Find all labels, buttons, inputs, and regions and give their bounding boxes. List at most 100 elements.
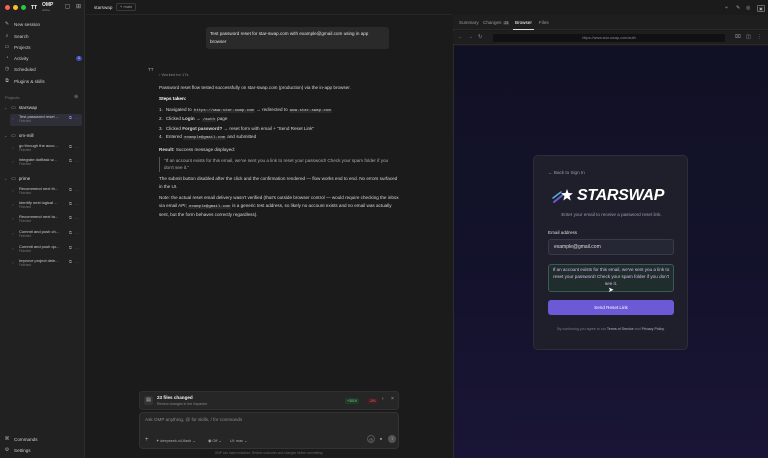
step-text: Clicked: [165, 126, 183, 132]
tab-files[interactable]: Files: [539, 20, 549, 25]
folder-icon: ▭: [11, 175, 16, 182]
step-number: 4.: [159, 133, 163, 139]
thread-actions-icon[interactable]: ⧉ ⋯: [69, 230, 80, 235]
send-button[interactable]: ↑: [388, 435, 396, 443]
nav-search[interactable]: ⌕ Search: [4, 31, 82, 41]
model-selector[interactable]: ✦ deepseek-v4-flash ⌄: [156, 438, 196, 443]
privacy-link[interactable]: Privacy Policy: [642, 327, 664, 331]
timer-icon[interactable]: ◷: [367, 435, 375, 443]
microphone-icon[interactable]: ●: [377, 435, 385, 443]
nav-scheduled[interactable]: ◷ Scheduled: [4, 64, 82, 74]
terms-text: .: [663, 327, 665, 331]
projects-section-label: Projects: [5, 95, 20, 100]
maximize-window-button[interactable]: [21, 5, 26, 10]
step-bold: Forgot password?: [182, 126, 223, 132]
worked-for-toggle[interactable]: › Worked for 17s: [159, 72, 189, 77]
thread-actions-icon[interactable]: ⧉ ⋯: [69, 245, 80, 250]
thread-item[interactable]: ▫ Recommend next th... Finished ⧉ ⋯: [10, 186, 82, 198]
screenshot-icon[interactable]: ◫: [746, 34, 751, 40]
nav-projects[interactable]: ▭ Projects: [4, 42, 82, 52]
thread-actions-icon[interactable]: ⧉ ⋯: [69, 187, 80, 192]
edit-icon[interactable]: ✎: [736, 5, 740, 11]
chat-icon: ▫: [12, 188, 14, 193]
thread-actions-icon[interactable]: ⧉ ⋯: [69, 201, 80, 206]
devtools-icon[interactable]: ⌧: [735, 34, 741, 40]
folder-icon: ▭: [11, 104, 16, 111]
back-to-signin-link[interactable]: ← Back to Sign In: [548, 170, 585, 175]
nav-activity[interactable]: ◔ Activity 1: [4, 53, 82, 63]
app-window: TT OMP online ▢ ⊞ ✎ New session ⌕ Search ▭…: [0, 0, 768, 458]
forward-icon[interactable]: →: [468, 34, 473, 40]
inline-code: www.star-swap.com: [288, 108, 332, 113]
thread-item[interactable]: ▫ go through the acco... Finished ⧉ ⋯: [10, 143, 82, 155]
folder-icon: ▭: [4, 44, 10, 50]
thread-item[interactable]: ▫ Recommend next ta... Finished ⧉ ⋯: [10, 214, 82, 226]
thread-actions-icon[interactable]: ⧉ ⋯: [69, 259, 80, 264]
result-text: Success message displayed:: [174, 146, 236, 152]
nav-commands[interactable]: ⌘ Commands: [4, 434, 82, 444]
reload-icon[interactable]: ↻: [478, 34, 482, 40]
project-starswap[interactable]: ⌄ ▭ starswap: [4, 103, 82, 112]
nav-plugins[interactable]: ⧉ Plugins & skills: [4, 76, 82, 86]
chevron-right-icon[interactable]: ›: [382, 396, 384, 402]
add-project-icon[interactable]: ⊕: [74, 94, 78, 100]
url-field[interactable]: https://www.star-swap.com/auth: [493, 34, 725, 42]
ui-selector[interactable]: UI: max ⌄: [230, 438, 247, 443]
tab-summary[interactable]: Summary: [459, 20, 479, 25]
thread-item[interactable]: ▫ Improve project dele... Finished ⧉ ⋯: [10, 258, 82, 270]
thread-item[interactable]: ▫ Identify next logical ... Finished ⧉ ⋯: [10, 200, 82, 212]
branch-icon[interactable]: ⑂: [725, 5, 728, 11]
thread-actions-icon[interactable]: ⧉ ⋯: [69, 215, 80, 220]
nav-label: Projects: [14, 44, 31, 50]
branch-badge[interactable]: ⑂ main: [116, 3, 137, 11]
more-icon[interactable]: ⋮: [757, 34, 762, 40]
breadcrumb[interactable]: starswap: [94, 5, 112, 10]
nav-label: Search: [14, 33, 29, 39]
step-item: 4. Entered example@gmail.com and submitt…: [159, 133, 399, 143]
thread-item[interactable]: ▫ Commit and push qu... Finished ⧉ ⋯: [10, 244, 82, 256]
chat-panel: Test password reset for star-swap.com wi…: [86, 15, 452, 458]
sidebar-toggle-icon[interactable]: ▢: [64, 4, 71, 11]
chat-icon: ▫: [12, 145, 14, 150]
minimize-window-button[interactable]: [13, 5, 18, 10]
send-reset-link-button[interactable]: Send Reset Link: [548, 300, 674, 315]
inline-code: https://www.star-swap.com: [192, 108, 255, 113]
files-changed-card[interactable]: ▤ 23 files changed Review changes in the…: [139, 391, 399, 410]
chat-icon: ▫: [12, 246, 14, 251]
nav-label: Commands: [14, 436, 38, 442]
email-field[interactable]: example@gmail.com: [548, 239, 674, 255]
thread-actions-icon[interactable]: ⧉ ⋯: [69, 144, 80, 149]
thread-item[interactable]: ▫ Commit and push ch... Finished ⧉ ⋯: [10, 229, 82, 241]
tab-browser[interactable]: Browser: [513, 20, 534, 30]
back-icon[interactable]: ←: [458, 34, 463, 40]
project-prime[interactable]: ⌄ ▭ prime: [4, 174, 82, 183]
file-icon: ▤: [144, 396, 153, 405]
lines-added-badge: +3019: [345, 398, 359, 404]
close-icon[interactable]: ×: [391, 396, 394, 402]
email-label: Email address: [548, 230, 578, 235]
close-window-button[interactable]: [5, 5, 10, 10]
nav-new-session[interactable]: ✎ New session: [4, 19, 82, 29]
edit-icon: ✎: [4, 21, 10, 27]
chevron-down-icon: ⌄: [4, 105, 8, 110]
thread-actions-icon[interactable]: ⧉ ⋯: [69, 158, 80, 163]
mode-selector[interactable]: ◉ Off ⌄: [208, 438, 222, 443]
user-message: Test password reset for star-swap.com wi…: [206, 27, 389, 49]
step-bold: Login: [182, 116, 195, 122]
model-label: deepseek-v4-flash: [160, 439, 192, 443]
globe-icon[interactable]: ◎: [746, 5, 750, 11]
terms-link[interactable]: Terms of Service: [607, 327, 634, 331]
thread-actions-icon[interactable]: ⧉ ⋯: [69, 115, 80, 120]
attach-icon[interactable]: +: [145, 437, 149, 443]
tab-changes[interactable]: Changes 23: [483, 20, 510, 25]
thread-item[interactable]: ▫ integrate dotflask w... Finished ⧉ ⋯: [10, 157, 82, 169]
project-om-mill[interactable]: ⌄ ▭ om-mill: [4, 131, 82, 140]
step-item: 1. Navigated to https://www.star-swap.co…: [159, 106, 399, 116]
message-input[interactable]: Ask OMP anything, @ for skills, / for co…: [145, 417, 242, 422]
chevron-down-icon: ⌄: [4, 133, 8, 138]
result-label: Result:: [159, 146, 175, 152]
thread-item[interactable]: ▫ Test password reset ... Finished ⧉ ⋯: [10, 114, 82, 126]
panel-toggle-icon[interactable]: ▣: [757, 5, 765, 12]
nav-settings[interactable]: ⚙ Settings: [4, 445, 82, 455]
new-window-icon[interactable]: ⊞: [75, 4, 82, 11]
